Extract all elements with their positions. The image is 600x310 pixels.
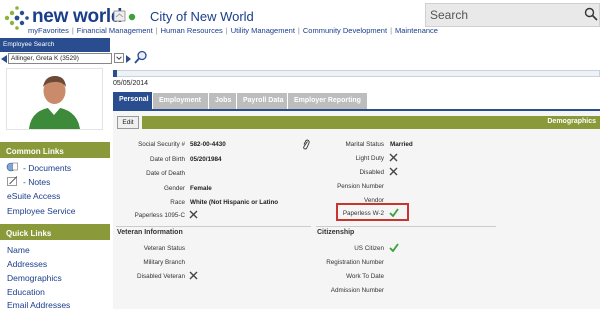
employee-select[interactable]: Allinger, Greta K (3529) xyxy=(8,53,112,64)
edit-button[interactable]: Edit xyxy=(117,116,139,129)
field-label-paperless-w2: Paperless W-2 xyxy=(342,210,384,217)
tab-jobs[interactable]: Jobs xyxy=(209,93,236,109)
close-icon xyxy=(389,167,398,176)
nav-human-resources[interactable]: Human Resources xyxy=(161,26,223,35)
nav-community-development[interactable]: Community Development xyxy=(303,26,387,35)
common-link-documents[interactable]: - Documents xyxy=(23,163,71,173)
close-icon xyxy=(389,153,398,162)
tab-payroll-data[interactable]: Payroll Data xyxy=(237,93,287,109)
field-value-dob: 05/20/1984 xyxy=(190,156,222,163)
home-status-icon[interactable] xyxy=(113,9,143,23)
field-value-gender: Female xyxy=(190,185,212,192)
quick-link-education[interactable]: Education xyxy=(7,287,45,297)
common-links-header: Common Links xyxy=(0,142,110,158)
common-link-notes[interactable]: - Notes xyxy=(23,177,50,187)
field-label-dod: Date of Death xyxy=(146,170,185,177)
demographics-title: Demographics xyxy=(547,118,596,125)
checkmark-icon xyxy=(389,243,399,252)
field-label-gender: Gender xyxy=(163,185,185,192)
quick-links-header: Quick Links xyxy=(0,224,110,240)
field-value-ssn: 582-00-4430 xyxy=(190,141,226,148)
employee-search-title: Employee Search xyxy=(0,38,110,52)
city-name: City of New World xyxy=(150,9,254,24)
field-label-disabled-veteran: Disabled Veteran xyxy=(137,273,185,280)
search-icon[interactable] xyxy=(584,7,598,21)
field-label-us-citizen: US Citizen xyxy=(354,245,384,252)
logo-icon xyxy=(4,6,29,30)
nav-maintenance[interactable]: Maintenance xyxy=(395,26,438,35)
tab-personal[interactable]: Personal xyxy=(113,92,152,109)
citizenship-title: Citizenship xyxy=(317,229,355,236)
notes-icon xyxy=(7,176,18,186)
progress-fill xyxy=(113,70,117,77)
field-value-race: White (Not Hispanic or Latino xyxy=(190,199,279,206)
employee-photo xyxy=(6,68,103,130)
field-label-marital-status: Marital Status xyxy=(345,141,385,148)
field-label-ssn: Social Security # xyxy=(138,141,185,148)
field-label-veteran-status: Veteran Status xyxy=(143,245,185,252)
nav-myfavorites[interactable]: myFavorites xyxy=(28,26,69,35)
common-link-employee-service[interactable]: Employee Service xyxy=(7,206,76,216)
field-label-work-to-date: Work To Date xyxy=(346,273,384,280)
field-label-pension-number: Pension Number xyxy=(337,183,384,190)
checkmark-icon xyxy=(389,208,399,217)
field-label-dob: Date of Birth xyxy=(150,156,185,163)
progress-bar xyxy=(113,70,600,77)
previous-employee-icon[interactable] xyxy=(0,54,8,64)
common-link-esuite-access[interactable]: eSuite Access xyxy=(7,191,60,201)
documents-icon xyxy=(6,162,18,172)
field-label-race: Race xyxy=(170,199,185,206)
avatar xyxy=(29,76,80,129)
close-icon xyxy=(189,210,198,219)
tab-employer-reporting[interactable]: Employer Reporting xyxy=(288,93,367,109)
search-placeholder: Search xyxy=(430,8,469,22)
field-label-light-duty: Light Duty xyxy=(355,155,384,162)
tab-employment[interactable]: Employment xyxy=(153,93,208,109)
nav-utility-management[interactable]: Utility Management xyxy=(231,26,295,35)
field-value-marital-status: Married xyxy=(390,141,413,148)
close-icon xyxy=(189,271,198,280)
nav-financial-management[interactable]: Financial Management xyxy=(77,26,153,35)
quick-link-name[interactable]: Name xyxy=(7,245,30,255)
quick-link-demographics[interactable]: Demographics xyxy=(7,273,62,283)
field-label-admission-number: Admission Number xyxy=(330,287,384,294)
effective-date: 05/05/2014 xyxy=(113,80,149,87)
brand-name: new world xyxy=(32,6,123,27)
paperclip-icon[interactable] xyxy=(302,139,310,150)
top-nav: myFavorites | Financial Management | Human R… xyxy=(28,26,438,35)
field-label-registration-number: Registration Number xyxy=(326,259,384,266)
divider xyxy=(116,226,311,227)
field-label-military-branch: Military Branch xyxy=(143,259,185,266)
field-label-disabled: Disabled xyxy=(359,169,384,176)
field-label-paperless-1095c: Paperless 1095-C xyxy=(134,212,185,219)
next-employee-icon[interactable] xyxy=(125,54,132,64)
employee-search-icon[interactable] xyxy=(134,50,148,64)
quick-link-addresses[interactable]: Addresses xyxy=(7,259,47,269)
veteran-information-title: Veteran Information xyxy=(117,229,183,236)
chevron-down-icon[interactable] xyxy=(114,53,124,63)
divider xyxy=(316,226,496,227)
